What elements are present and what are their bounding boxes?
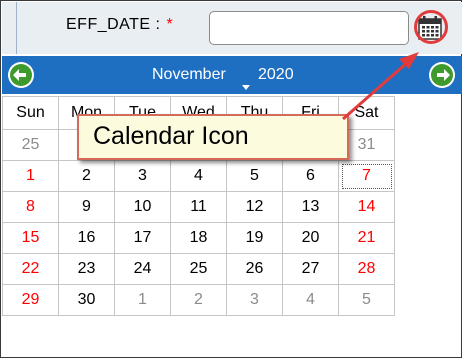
calendar-widget-frame: EFF_DATE : * November 2020 Sun Mon Tue W… bbox=[0, 0, 462, 358]
annotation-arrow bbox=[342, 52, 419, 121]
